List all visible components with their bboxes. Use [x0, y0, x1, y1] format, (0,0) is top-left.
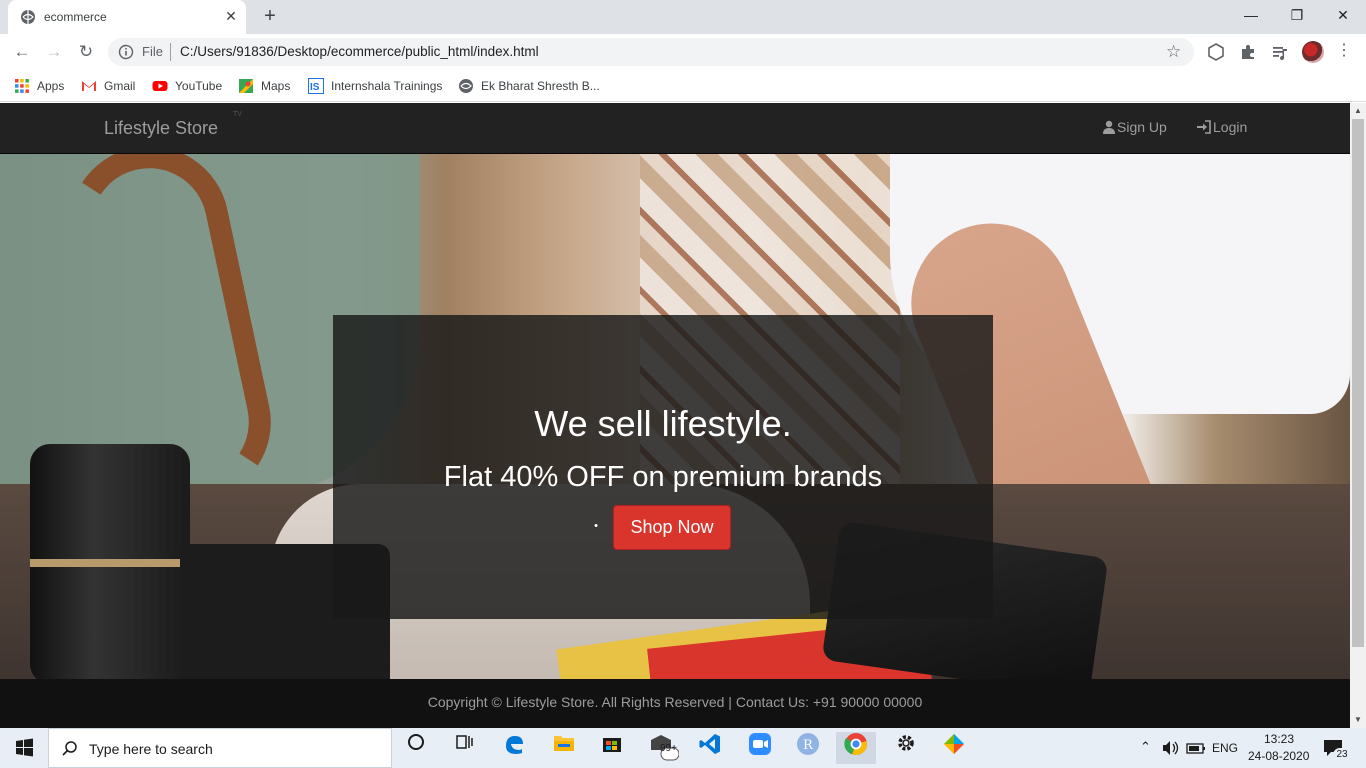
- bookmarks-bar: Apps Gmail YouTube Maps IS Internshala T…: [0, 70, 1366, 102]
- media-queue-icon[interactable]: [1270, 42, 1290, 62]
- r-app-icon[interactable]: R: [788, 732, 828, 764]
- globe-icon: [459, 79, 473, 93]
- brand-link[interactable]: Lifestyle Store: [104, 118, 218, 139]
- youtube-icon: [152, 81, 168, 91]
- maps-icon: [239, 79, 253, 93]
- site-footer: Copyright © Lifestyle Store. All Rights …: [0, 679, 1350, 728]
- bookmark-label: Ek Bharat Shresth B...: [481, 79, 600, 93]
- show-hidden-icons-icon[interactable]: ⌃: [1140, 739, 1151, 755]
- file-explorer-icon[interactable]: [544, 732, 584, 764]
- hero-overlay: We sell lifestyle. Flat 40% OFF on premi…: [333, 315, 993, 619]
- url-text[interactable]: C:/Users/91836/Desktop/ecommerce/public_…: [180, 44, 539, 59]
- puzzle-icon[interactable]: [1238, 42, 1258, 62]
- bookmark-maps[interactable]: Maps: [238, 76, 290, 96]
- close-tab-icon[interactable]: ✕: [222, 7, 240, 25]
- bookmark-youtube[interactable]: YouTube: [152, 76, 222, 96]
- brand-mark: TV: [233, 111, 242, 118]
- volume-icon[interactable]: [1162, 740, 1180, 756]
- globe-icon: [21, 10, 35, 24]
- site-navbar: Lifestyle Store TV Sign Up Login: [0, 103, 1350, 154]
- new-tab-button[interactable]: +: [258, 5, 282, 29]
- scroll-down-icon[interactable]: ▼: [1350, 712, 1366, 728]
- chrome-icon[interactable]: [836, 732, 876, 764]
- gmail-icon: [82, 81, 96, 91]
- taskbar-search[interactable]: Type here to search: [48, 728, 392, 768]
- profile-avatar[interactable]: [1302, 41, 1324, 63]
- more-options-icon[interactable]: ⋮: [1336, 40, 1352, 64]
- bookmark-label: Internshala Trainings: [331, 79, 443, 93]
- hero-subheadline: Flat 40% OFF on premium brands: [443, 461, 883, 493]
- bookmark-gmail[interactable]: Gmail: [81, 76, 135, 96]
- bookmark-label: YouTube: [175, 79, 223, 93]
- zoom-icon[interactable]: [740, 732, 780, 764]
- signup-link[interactable]: Sign Up: [1102, 119, 1167, 135]
- bookmark-apps[interactable]: Apps: [14, 76, 64, 96]
- apps-grid-icon: [15, 79, 29, 93]
- forward-icon[interactable]: →: [40, 38, 68, 66]
- back-icon[interactable]: ←: [8, 38, 36, 66]
- minimize-button[interactable]: —: [1228, 0, 1274, 30]
- browser-tab[interactable]: ecommerce ✕: [8, 0, 246, 34]
- hero-photo-lens-ring: [30, 559, 190, 567]
- page-scrollbar[interactable]: ▲ ▼: [1350, 103, 1366, 728]
- internshala-icon: IS: [308, 78, 324, 94]
- address-bar[interactable]: File C:/Users/91836/Desktop/ecommerce/pu…: [108, 38, 1194, 66]
- footer-copyright: Copyright © Lifestyle Store. All Rights …: [427, 694, 923, 710]
- language-indicator[interactable]: ENG: [1212, 741, 1238, 755]
- login-link[interactable]: Login: [1196, 119, 1247, 135]
- task-view-icon[interactable]: [444, 732, 484, 764]
- mail-badge: 99+: [660, 743, 677, 754]
- svg-text:IS: IS: [310, 82, 320, 93]
- window-close-button[interactable]: ✕: [1320, 0, 1366, 30]
- login-label: Login: [1213, 119, 1248, 135]
- divider: [170, 43, 171, 61]
- windows-taskbar: Type here to search 99+ R ⌃ ENG 13:23 24…: [0, 728, 1366, 768]
- bookmark-star-icon[interactable]: ☆: [1166, 42, 1181, 62]
- clock-date[interactable]: 24-08-2020: [1248, 749, 1309, 763]
- search-placeholder: Type here to search: [89, 741, 213, 757]
- mail-icon[interactable]: 99+: [642, 732, 682, 764]
- bookmark-label: Gmail: [104, 79, 136, 93]
- hero-headline: We sell lifestyle.: [534, 403, 792, 444]
- list-bullet: •: [594, 520, 598, 532]
- scroll-up-icon[interactable]: ▲: [1350, 103, 1366, 119]
- browser-tabstrip: ecommerce ✕ + — ❐ ✕: [0, 0, 1366, 34]
- bookmark-label: Apps: [37, 79, 65, 93]
- edge-icon[interactable]: [494, 732, 534, 764]
- scroll-thumb[interactable]: [1352, 119, 1364, 647]
- bookmark-ek-bharat[interactable]: Ek Bharat Shresth B...: [458, 76, 600, 96]
- vscode-icon[interactable]: [690, 732, 730, 764]
- settings-gear-icon[interactable]: [886, 732, 926, 764]
- user-icon: [1103, 120, 1115, 134]
- shop-now-button[interactable]: Shop Now: [613, 505, 731, 550]
- url-scheme: File: [142, 44, 163, 59]
- store-icon[interactable]: [592, 732, 632, 764]
- battery-icon[interactable]: [1186, 741, 1206, 755]
- cortana-icon[interactable]: [396, 732, 436, 764]
- signup-label: Sign Up: [1117, 119, 1167, 135]
- reload-icon[interactable]: ↻: [72, 38, 100, 66]
- info-icon[interactable]: [118, 44, 134, 60]
- search-icon: [62, 741, 77, 756]
- restore-button[interactable]: ❐: [1274, 0, 1320, 30]
- page-viewport: Lifestyle Store TV Sign Up Login We sell…: [0, 103, 1350, 728]
- extension-shield-icon[interactable]: [1206, 42, 1226, 62]
- tab-title: ecommerce: [44, 10, 107, 24]
- bookmark-internshala[interactable]: IS Internshala Trainings: [308, 76, 442, 96]
- paint-app-icon[interactable]: [934, 732, 974, 764]
- notification-badge: 23: [1333, 748, 1351, 762]
- hero-banner: We sell lifestyle. Flat 40% OFF on premi…: [0, 154, 1350, 679]
- svg-text:R: R: [803, 738, 814, 753]
- clock-time[interactable]: 13:23: [1264, 732, 1294, 746]
- browser-toolbar: ← → ↻ File C:/Users/91836/Desktop/ecomme…: [0, 34, 1366, 70]
- windows-start-icon[interactable]: [0, 728, 48, 768]
- login-icon: [1197, 120, 1211, 134]
- bookmark-label: Maps: [261, 79, 291, 93]
